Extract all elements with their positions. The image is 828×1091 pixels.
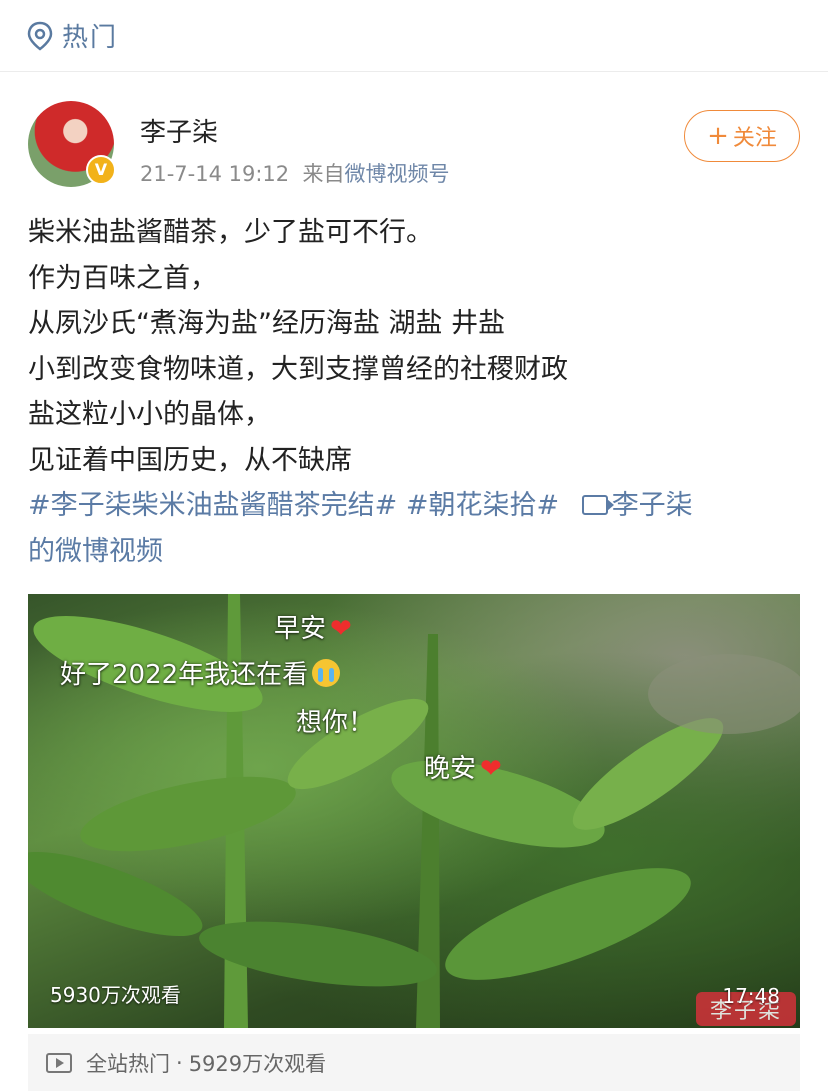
text-line: 盐这粒小小的晶体，	[28, 399, 271, 430]
video-player[interactable]: 早安 ❤ 好了2022年我还在看 想你！ 晚安 ❤ 5930万次观看 李子柒 17:…	[28, 594, 800, 1028]
stats-label: 全站热门	[86, 1051, 170, 1076]
video-duration: 17:48	[722, 984, 780, 1008]
source-prefix: 来自	[302, 162, 345, 186]
source-link[interactable]: 微博视频号	[345, 162, 450, 186]
heart-icon: ❤	[480, 754, 502, 784]
danmaku-text: 早安	[274, 614, 327, 644]
text-line: 见证着中国历史，从不缺席	[28, 444, 352, 476]
video-stats-bar[interactable]: 全站热门 · 5929万次观看	[28, 1034, 800, 1091]
danmaku-text: 晚安	[424, 754, 477, 784]
danmaku-comment: 想你！	[296, 702, 374, 739]
follow-button[interactable]: + 关注	[684, 110, 800, 162]
stats-separator: ·	[176, 1050, 183, 1075]
tags-line: #李子柒柴米油盐酱醋茶完结# #朝花柒拾# 李子柒	[28, 483, 800, 529]
stats-views: 5929万次观看	[188, 1051, 327, 1076]
danmaku-comment: 好了2022年我还在看	[60, 654, 341, 691]
verified-badge-icon: V	[86, 155, 116, 185]
page-title[interactable]: 热门	[62, 17, 118, 54]
post-text: 柴米油盐酱醋茶，少了盐可不行。 作为百味之首， 从夙沙氏“煮海为盐”经历海盐 湖…	[28, 210, 800, 574]
hashtag-link[interactable]: #李子柒柴米油盐酱醋茶完结#	[28, 490, 397, 521]
post-meta: 21-7-14 19:12 来自微博视频号	[140, 158, 450, 188]
crying-face-icon	[312, 658, 341, 687]
video-link-icon	[581, 494, 614, 515]
video-view-count: 5930万次观看	[50, 983, 181, 1007]
top-bar: 热门	[0, 0, 828, 72]
hashtag-link[interactable]: #朝花柒拾#	[406, 490, 559, 521]
danmaku-text: 好了2022年我还在看	[60, 660, 309, 690]
video-link-line: 的微博视频	[28, 529, 800, 575]
danmaku-text: 想你！	[296, 708, 375, 738]
danmaku-comment: 晚安 ❤	[424, 748, 502, 785]
location-pin-icon	[27, 21, 53, 51]
follow-label: 关注	[732, 126, 777, 151]
avatar[interactable]: V	[28, 101, 116, 187]
post-time: 21-7-14 19:12	[140, 162, 290, 186]
text-line: 柴米油盐酱醋茶，少了盐可不行。	[28, 217, 433, 248]
heart-icon: ❤	[330, 614, 352, 644]
plus-icon: +	[707, 121, 729, 151]
video-play-icon	[46, 1052, 72, 1073]
video-link[interactable]: 的微博视频	[28, 536, 163, 567]
video-link[interactable]: 李子柒	[612, 490, 693, 521]
danmaku-comment: 早安 ❤	[274, 608, 352, 645]
text-line: 作为百味之首，	[28, 262, 217, 294]
text-line: 小到改变食物味道，大到支撑曾经的社稷财政	[28, 353, 568, 385]
text-line: 从夙沙氏“煮海为盐”经历海盐 湖盐 井盐	[28, 308, 506, 339]
author-name[interactable]: 李子柒	[140, 112, 218, 149]
